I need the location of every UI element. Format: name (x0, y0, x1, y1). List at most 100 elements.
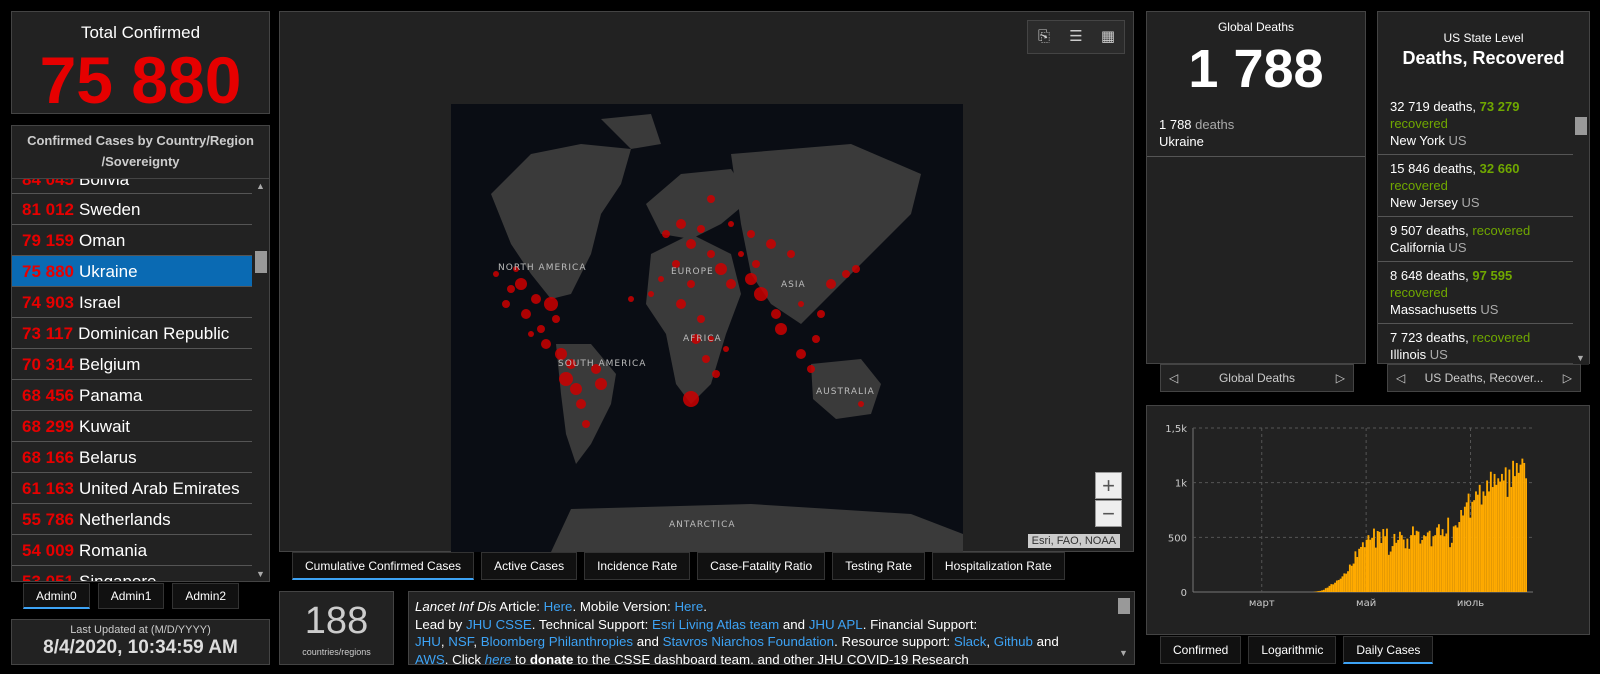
world-map[interactable]: NORTH AMERICA SOUTH AMERICA EUROPE ASIA … (451, 104, 963, 552)
jhu-csse-link[interactable]: JHU CSSE (466, 617, 532, 632)
us-state-list[interactable]: 32 719 deaths, 73 279 recovered New York … (1378, 93, 1574, 365)
case-bubble[interactable] (707, 250, 715, 258)
case-bubble[interactable] (747, 230, 755, 238)
list-item[interactable]: 55 786 Netherlands (12, 504, 252, 535)
list-item[interactable]: 68 299 Kuwait (12, 411, 252, 442)
case-bubble[interactable] (528, 331, 534, 337)
scrollbar-thumb[interactable] (1118, 598, 1130, 614)
list-item[interactable]: 74 903 Israel (12, 287, 252, 318)
tab-active-cases[interactable]: Active Cases (481, 552, 578, 580)
case-bubble[interactable] (702, 355, 710, 363)
case-bubble[interactable] (676, 219, 686, 229)
list-item[interactable]: 68 456 Panama (12, 380, 252, 411)
jhu-apl-link[interactable]: JHU APL (809, 617, 863, 632)
list-item[interactable]: 81 012 Sweden (12, 194, 252, 225)
esri-link[interactable]: Esri Living Atlas team (652, 617, 779, 632)
case-bubble[interactable] (775, 323, 787, 335)
case-bubble[interactable] (552, 315, 560, 323)
case-bubble[interactable] (687, 280, 695, 288)
case-bubble[interactable] (521, 309, 531, 319)
case-bubble[interactable] (676, 299, 686, 309)
case-bubble[interactable] (728, 221, 734, 227)
tab-testing-rate[interactable]: Testing Rate (832, 552, 925, 580)
next-arrow-icon[interactable]: ▷ (1336, 365, 1345, 391)
case-bubble[interactable] (507, 285, 515, 293)
case-bubble[interactable] (842, 270, 850, 278)
case-bubble[interactable] (738, 251, 744, 257)
case-bubble[interactable] (697, 315, 705, 323)
scroll-up-icon[interactable]: ▲ (256, 181, 265, 191)
case-bubble[interactable] (628, 296, 634, 302)
case-bubble[interactable] (531, 294, 541, 304)
info-scrollbar[interactable]: ▼ (1116, 596, 1132, 662)
case-bubble[interactable] (712, 370, 720, 378)
case-bubble[interactable] (658, 276, 664, 282)
article-link[interactable]: Here (544, 599, 573, 614)
case-bubble[interactable] (752, 260, 760, 268)
list-item[interactable]: 54 009 Romania (12, 535, 252, 566)
tab-confirmed[interactable]: Confirmed (1160, 636, 1242, 664)
case-bubble[interactable] (595, 378, 607, 390)
country-list[interactable]: 84 045 Bolivia 81 012 Sweden 79 159 Oman 75 8… (12, 179, 252, 581)
list-item[interactable]: 32 719 deaths, 73 279 recovered New York … (1378, 93, 1574, 155)
tab-hospitalization-rate[interactable]: Hospitalization Rate (931, 552, 1065, 580)
case-bubble[interactable] (559, 372, 573, 386)
case-bubble[interactable] (826, 279, 836, 289)
case-bubble[interactable] (582, 420, 590, 428)
case-bubble[interactable] (807, 365, 815, 373)
case-bubble[interactable] (858, 401, 864, 407)
list-item[interactable]: 8 648 deaths, 97 595 recovered Massachuse… (1378, 262, 1574, 324)
case-bubble[interactable] (812, 335, 820, 343)
tab-logarithmic[interactable]: Logarithmic (1248, 636, 1337, 664)
scrollbar-thumb[interactable] (255, 251, 267, 273)
tab-case-fatality-ratio[interactable]: Case-Fatality Ratio (697, 552, 826, 580)
case-bubble[interactable] (754, 287, 768, 301)
scroll-down-icon[interactable]: ▼ (256, 569, 265, 579)
case-bubble[interactable] (541, 339, 551, 349)
case-bubble[interactable] (686, 239, 696, 249)
case-bubble[interactable] (798, 301, 804, 307)
case-bubble[interactable] (648, 291, 654, 297)
tab-admin1[interactable]: Admin1 (97, 583, 165, 609)
us-list-scrollbar[interactable]: ▼ (1573, 93, 1589, 365)
list-item[interactable]: 70 314 Belgium (12, 349, 252, 380)
case-bubble[interactable] (502, 300, 510, 308)
zoom-out-button[interactable]: − (1095, 500, 1122, 527)
case-bubble[interactable] (544, 297, 558, 311)
case-bubble[interactable] (515, 278, 527, 290)
zoom-in-button[interactable]: + (1095, 472, 1122, 499)
tab-incidence-rate[interactable]: Incidence Rate (584, 552, 691, 580)
scrollbar-thumb[interactable] (1575, 117, 1587, 135)
bloomberg-link[interactable]: Bloomberg Philanthropies (481, 634, 633, 649)
case-bubble[interactable] (852, 265, 860, 273)
case-bubble[interactable] (662, 230, 670, 238)
list-item[interactable]: 79 159 Oman (12, 225, 252, 256)
tab-admin0[interactable]: Admin0 (23, 583, 90, 609)
qr-code-icon[interactable]: ▦ (1092, 21, 1124, 53)
donate-here-link[interactable]: here (485, 652, 512, 665)
case-bubble[interactable] (707, 195, 715, 203)
case-bubble[interactable] (745, 273, 757, 285)
list-item[interactable]: 68 166 Belarus (12, 442, 252, 473)
tab-cumulative-confirmed[interactable]: Cumulative Confirmed Cases (292, 552, 475, 580)
legend-list-icon[interactable]: ☰ (1060, 21, 1092, 53)
case-bubble[interactable] (537, 325, 545, 333)
list-item[interactable]: 75 880 Ukraine (12, 256, 252, 287)
case-bubble[interactable] (726, 279, 736, 289)
list-item[interactable]: 15 846 deaths, 32 660 recovered New Jerse… (1378, 155, 1574, 217)
github-link[interactable]: Github (994, 634, 1033, 649)
case-bubble[interactable] (771, 309, 781, 319)
prev-arrow-icon[interactable]: ◁ (1396, 365, 1405, 391)
tab-daily-cases[interactable]: Daily Cases (1343, 636, 1434, 664)
case-bubble[interactable] (683, 391, 699, 407)
stavros-link[interactable]: Stavros Niarchos Foundation (663, 634, 834, 649)
list-item[interactable]: 1 788 deaths Ukraine (1147, 116, 1365, 157)
case-bubble[interactable] (817, 310, 825, 318)
case-bubble[interactable] (715, 263, 727, 275)
list-item[interactable]: 9 507 deaths, recovered California US (1378, 217, 1574, 262)
list-item[interactable]: 84 045 Bolivia (12, 179, 252, 194)
aws-link[interactable]: AWS (415, 652, 445, 665)
case-bubble[interactable] (766, 239, 776, 249)
next-arrow-icon[interactable]: ▷ (1563, 365, 1572, 391)
case-bubble[interactable] (570, 383, 582, 395)
